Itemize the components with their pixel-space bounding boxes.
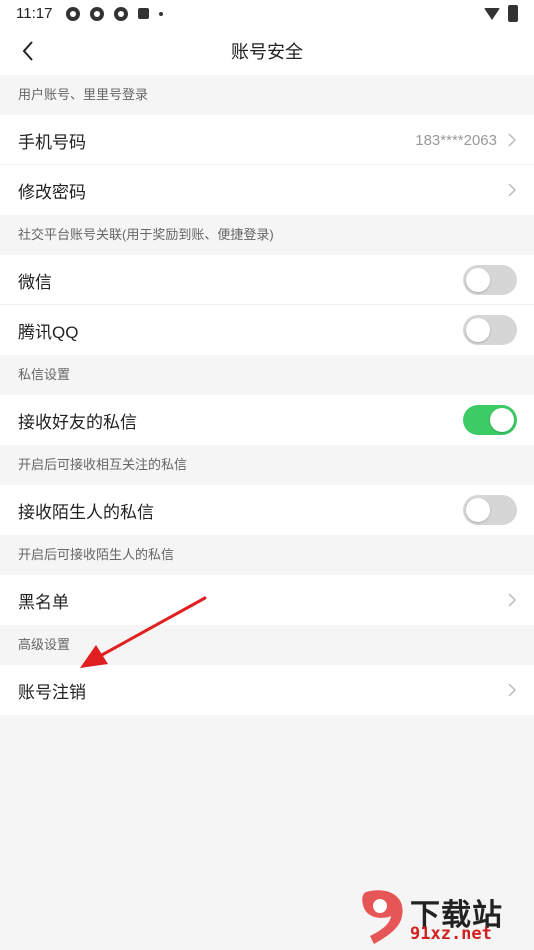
back-button[interactable] xyxy=(10,33,46,69)
wifi-icon xyxy=(484,7,500,20)
settings-row[interactable]: 腾讯QQ xyxy=(0,305,534,355)
battery-icon xyxy=(508,5,518,22)
toggle-switch[interactable] xyxy=(463,315,517,345)
watermark-url: 91xz.net xyxy=(410,924,492,944)
settings-row-label: 接收陌生人的私信 xyxy=(18,502,154,522)
settings-row[interactable]: 黑名单 xyxy=(0,575,534,625)
settings-row[interactable]: 接收陌生人的私信 xyxy=(0,485,534,535)
notification-icon xyxy=(138,8,150,19)
more-notifications-icon xyxy=(159,11,164,16)
toggle-knob xyxy=(490,408,514,432)
settings-row[interactable]: 修改密码 xyxy=(0,165,534,215)
section-header: 开启后可接收相互关注的私信 xyxy=(0,445,534,485)
settings-row[interactable]: 接收好友的私信 xyxy=(0,395,534,445)
settings-row-label: 微信 xyxy=(18,272,52,292)
settings-row-label: 接收好友的私信 xyxy=(18,412,137,432)
settings-row-label: 黑名单 xyxy=(18,592,69,612)
toggle-knob xyxy=(466,268,490,292)
toggle-switch[interactable] xyxy=(463,495,517,525)
settings-list: 用户账号、里里号登录手机号码 183****2063 修改密码社交平台账号关联(用于… xyxy=(0,75,534,715)
section-header: 用户账号、里里号登录 xyxy=(0,75,534,115)
settings-row-label: 手机号码 xyxy=(18,132,86,152)
settings-row-label: 修改密码 xyxy=(18,182,86,202)
settings-row[interactable]: 账号注销 xyxy=(0,665,534,715)
page-title: 账号安全 xyxy=(231,42,303,62)
section-header: 开启后可接收陌生人的私信 xyxy=(0,535,534,575)
notification-icon xyxy=(66,6,81,21)
status-time: 11:17 xyxy=(16,5,53,22)
back-arrow-icon xyxy=(22,41,33,61)
notification-icon xyxy=(90,6,105,21)
top-nav-bar: 账号安全 xyxy=(0,27,534,75)
chevron-right-icon xyxy=(508,593,517,607)
notification-icon xyxy=(114,6,129,21)
settings-row[interactable]: 微信 xyxy=(0,255,534,305)
watermark-logo: 下载站 91xz.net xyxy=(358,886,528,948)
toggle-knob xyxy=(466,318,490,342)
toggle-switch[interactable] xyxy=(463,405,517,435)
section-header: 社交平台账号关联(用于奖励到账、便捷登录) xyxy=(0,215,534,255)
settings-row[interactable]: 手机号码 183****2063 xyxy=(0,115,534,165)
section-header: 私信设置 xyxy=(0,355,534,395)
toggle-knob xyxy=(466,498,490,522)
chevron-right-icon xyxy=(508,683,517,697)
settings-row-value: 183****2063 xyxy=(415,131,497,149)
chevron-right-icon xyxy=(508,133,517,147)
watermark-logo-icon xyxy=(362,890,403,944)
settings-row-label: 账号注销 xyxy=(18,682,86,702)
chevron-right-icon xyxy=(508,183,517,197)
section-header: 高级设置 xyxy=(0,625,534,665)
toggle-switch[interactable] xyxy=(463,265,517,295)
status-bar: 11:17 xyxy=(0,0,534,27)
settings-row-label: 腾讯QQ xyxy=(18,322,79,342)
